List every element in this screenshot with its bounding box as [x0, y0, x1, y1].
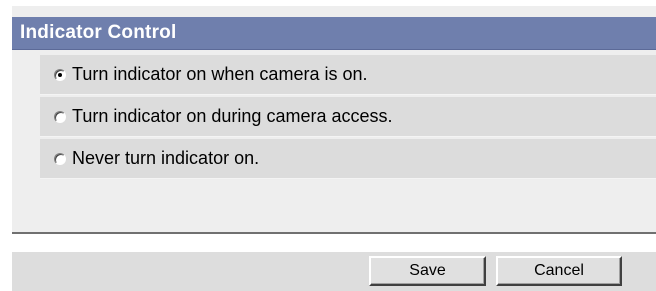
- save-button[interactable]: Save: [369, 256, 486, 286]
- option-camera-on[interactable]: Turn indicator on when camera is on.: [40, 55, 656, 95]
- top-bar: [12, 6, 656, 17]
- option-never[interactable]: Never turn indicator on.: [40, 139, 656, 179]
- radio-button-camera-access[interactable]: [54, 110, 66, 123]
- option-camera-access[interactable]: Turn indicator on during camera access.: [40, 97, 656, 137]
- cancel-button[interactable]: Cancel: [496, 256, 622, 286]
- divider: [12, 232, 656, 235]
- option-label: Turn indicator on during camera access.: [72, 106, 393, 126]
- panel-title: Indicator Control: [20, 22, 177, 43]
- option-label: Turn indicator on when camera is on.: [72, 64, 368, 84]
- indicator-control-page: Indicator Control Turn indicator on when…: [0, 0, 656, 291]
- radio-selected-dot: [58, 72, 62, 77]
- panel-header: Indicator Control: [12, 17, 656, 50]
- radio-button-camera-on[interactable]: [54, 68, 66, 81]
- radio-button-never[interactable]: [54, 152, 66, 165]
- option-label: Never turn indicator on.: [72, 148, 260, 168]
